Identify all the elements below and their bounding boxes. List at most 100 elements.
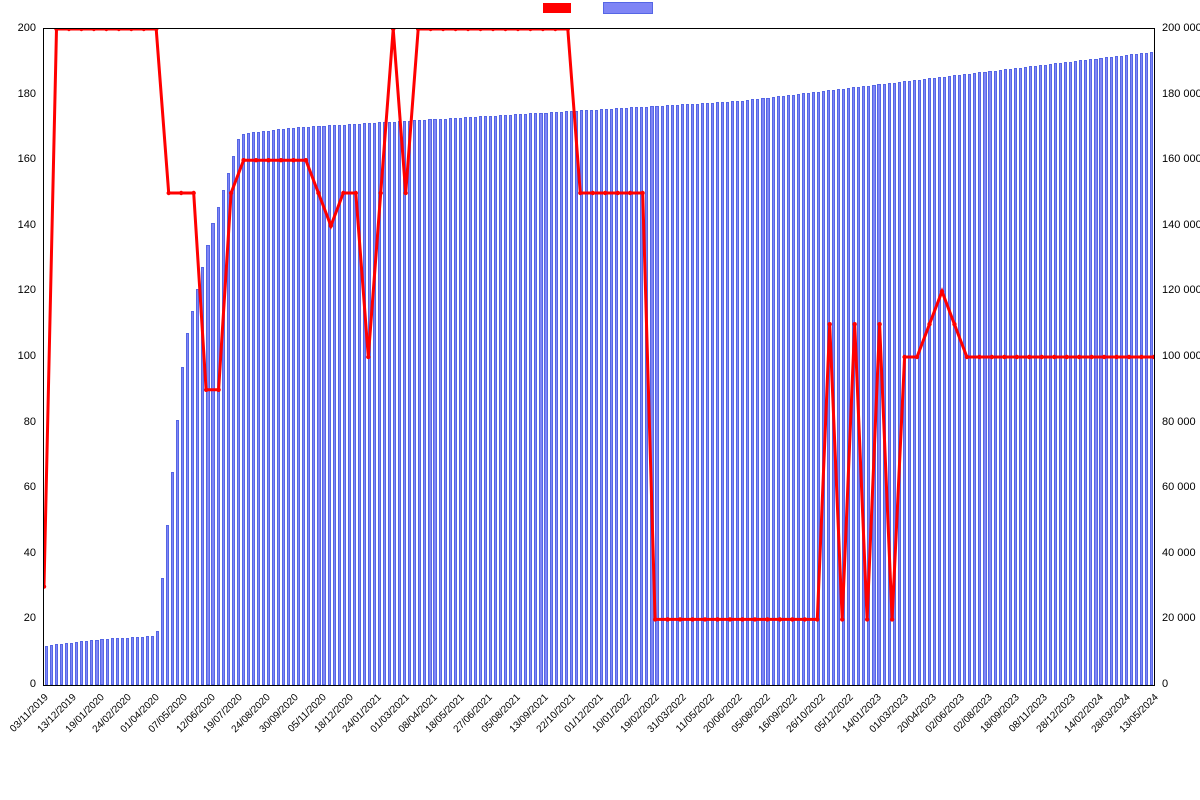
line-marker [653,617,657,621]
chart-container: 020406080100120140160180200 020 00040 00… [0,0,1200,800]
y-right-tick-label: 180 000 [1162,88,1200,100]
line-marker [790,617,794,621]
line-marker [254,158,258,162]
line-marker [902,355,906,359]
y-right-tick-label: 20 000 [1162,612,1196,624]
line-marker [640,191,644,195]
line-marker [865,617,869,621]
line-marker [179,191,183,195]
line-marker [191,191,195,195]
y-right-tick-label: 120 000 [1162,284,1200,296]
line-marker [216,388,220,392]
line-marker [43,584,46,588]
line-marker [1127,355,1131,359]
legend-swatch-line [543,3,571,13]
line-marker [67,28,71,31]
line-marker [516,28,520,31]
line-marker [241,158,245,162]
line-marker [204,388,208,392]
y-left-tick-label: 100 [18,350,36,362]
line-marker [1015,355,1019,359]
line-marker [927,322,931,326]
line-marker [678,617,682,621]
line-marker [1027,355,1031,359]
line-marker [578,191,582,195]
line-marker [715,617,719,621]
line-marker [1152,355,1155,359]
line-marker [740,617,744,621]
line-marker [304,158,308,162]
line-marker [952,322,956,326]
line-marker [890,617,894,621]
line-marker [690,617,694,621]
y-left-tick-label: 80 [24,416,36,428]
line-marker [628,191,632,195]
line-marker [753,617,757,621]
y-left-tick-label: 20 [24,612,36,624]
line-marker [828,322,832,326]
y-left-tick-label: 180 [18,88,36,100]
line-marker [852,322,856,326]
line-marker [990,355,994,359]
line-marker [291,158,295,162]
line-marker [1040,355,1044,359]
line-marker [778,617,782,621]
y-left-tick-label: 60 [24,481,36,493]
line-marker [129,28,133,31]
line-marker [316,191,320,195]
line-marker [1064,355,1068,359]
line-marker [703,617,707,621]
line-marker [279,158,283,162]
line-marker [104,28,108,31]
line-marker [354,191,358,195]
legend-item-bar [603,2,657,14]
line-marker [815,617,819,621]
x-axis: 03/11/201913/12/201919/01/202024/02/2020… [43,688,1155,798]
line-marker [1052,355,1056,359]
line-marker [403,191,407,195]
line-marker [616,191,620,195]
line-marker [1077,355,1081,359]
line-marker [142,28,146,31]
y-right-tick-label: 80 000 [1162,416,1196,428]
y-axis-right: 020 00040 00060 00080 000100 000120 0001… [1158,28,1200,686]
line-marker [877,322,881,326]
plot-area [43,28,1155,686]
line-marker [840,617,844,621]
line-marker [266,158,270,162]
y-right-tick-label: 40 000 [1162,547,1196,559]
y-axis-left: 020406080100120140160180200 [0,28,40,686]
legend [0,2,1200,14]
line-marker [603,191,607,195]
line-marker [977,355,981,359]
y-right-tick-label: 60 000 [1162,481,1196,493]
line-marker [478,28,482,31]
line-marker [54,28,58,31]
line-marker [528,28,532,31]
line-marker [428,28,432,31]
line-marker [79,28,83,31]
line-marker [379,191,383,195]
line-marker [453,28,457,31]
line-marker [167,191,171,195]
line-marker [665,617,669,621]
line-marker [728,617,732,621]
line-marker [1089,355,1093,359]
line-marker [229,191,233,195]
legend-swatch-bar [603,2,653,14]
y-right-tick-label: 140 000 [1162,219,1200,231]
y-left-tick-label: 160 [18,153,36,165]
y-right-tick-label: 200 000 [1162,22,1200,34]
line-marker [503,28,507,31]
line-marker [466,28,470,31]
line-marker [441,28,445,31]
y-right-tick-label: 100 000 [1162,350,1200,362]
line-marker [117,28,121,31]
line-marker [1102,355,1106,359]
line-marker [92,28,96,31]
line-marker [1002,355,1006,359]
line-series [44,29,1154,685]
line-marker [341,191,345,195]
y-left-tick-label: 0 [30,678,36,690]
y-left-tick-label: 40 [24,547,36,559]
